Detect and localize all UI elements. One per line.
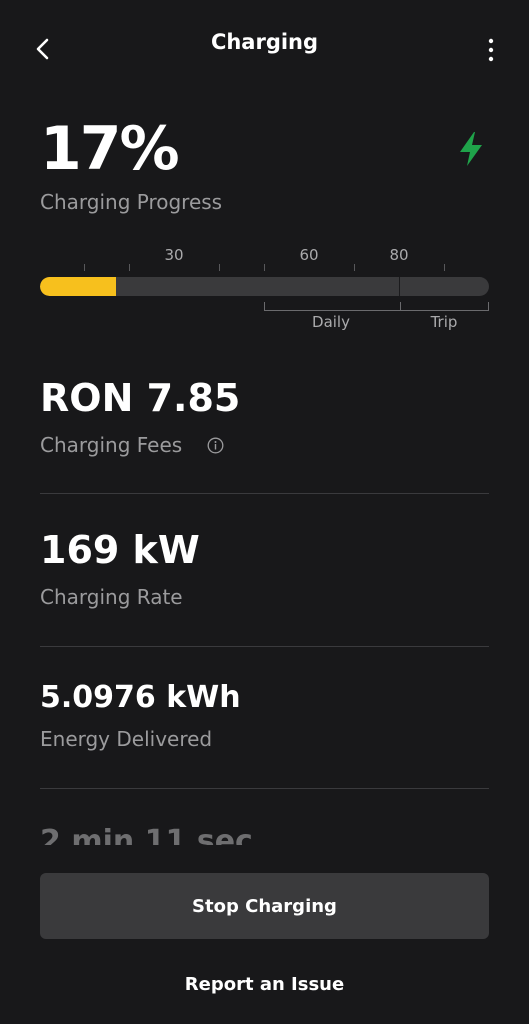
scale-label-80: 80 xyxy=(389,246,409,264)
charging-rate-label: Charging Rate xyxy=(40,585,183,609)
charging-progress-label: Charging Progress xyxy=(40,190,223,214)
charge-limit-marker xyxy=(399,277,400,296)
charging-progress-bar xyxy=(40,277,489,296)
charging-time-value: 2 min 11 sec xyxy=(40,824,253,845)
scale-tick xyxy=(129,264,130,271)
charging-progress-value: 17% xyxy=(40,114,180,184)
scale-label-60: 60 xyxy=(299,246,319,264)
info-icon[interactable] xyxy=(207,437,224,454)
trip-range-bracket xyxy=(400,302,489,311)
lightning-bolt-icon xyxy=(460,132,482,166)
section-divider xyxy=(40,493,489,494)
energy-delivered-value: 5.0976 kWh xyxy=(40,680,241,715)
charging-progress-fill xyxy=(40,277,117,296)
scale-tick xyxy=(264,264,265,271)
header: Charging xyxy=(0,0,529,90)
stop-charging-button[interactable]: Stop Charging xyxy=(40,873,489,939)
range-label-trip: Trip xyxy=(430,313,458,331)
section-divider xyxy=(40,788,489,789)
report-issue-link[interactable]: Report an Issue xyxy=(0,974,529,995)
scale-tick xyxy=(219,264,220,271)
section-divider xyxy=(40,646,489,647)
scale-tick xyxy=(444,264,445,271)
scale-tick xyxy=(354,264,355,271)
daily-range-bracket xyxy=(264,302,400,311)
scroll-area-fade: 2 min 11 sec xyxy=(0,790,529,845)
scale-tick xyxy=(84,264,85,271)
page-title: Charging xyxy=(210,30,319,54)
more-vertical-icon[interactable] xyxy=(481,36,501,64)
charging-fees-label: Charging Fees xyxy=(40,433,183,457)
scale-label-30: 30 xyxy=(164,246,184,264)
charging-rate-value: 169 kW xyxy=(40,528,200,572)
range-label-daily: Daily xyxy=(312,313,350,331)
charging-fees-value: RON 7.85 xyxy=(40,376,241,420)
trip-range-bracket-end xyxy=(488,302,489,310)
energy-delivered-label: Energy Delivered xyxy=(40,727,213,751)
